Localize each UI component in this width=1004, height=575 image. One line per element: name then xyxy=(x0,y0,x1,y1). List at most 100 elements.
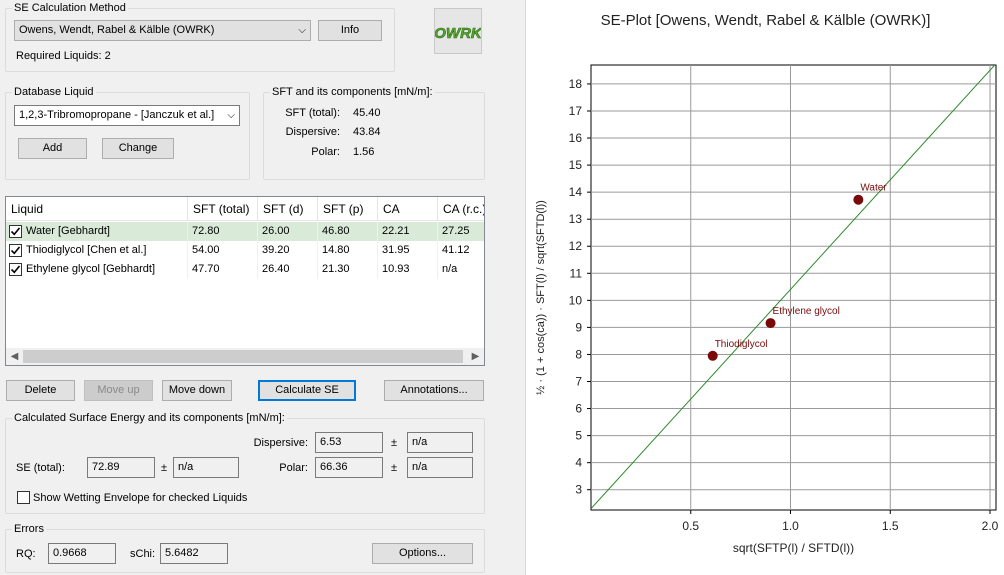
cell-liquid: Water [Gebhardt] xyxy=(22,222,188,241)
plus-minus-label: ± xyxy=(161,462,168,474)
sft-dispersive-label: Dispersive: xyxy=(285,126,340,138)
se-plot-chart: 0.5 1.0 1.5 2.0 3 4 5 6 7 8 9 10 11 12 13 14 15 16 17 18 Wat… xyxy=(535,64,999,555)
sft-total-value: 45.40 xyxy=(353,107,381,119)
x-tick-label: 1.5 xyxy=(882,519,899,533)
rq-label: RQ: xyxy=(16,548,36,560)
table-row[interactable]: Water [Gebhardt] 72.80 26.00 46.80 22.21… xyxy=(6,222,484,241)
x-tick-label: 2.0 xyxy=(982,519,999,533)
dispersive-value-field: 6.53 xyxy=(315,432,383,453)
scroll-right-icon[interactable]: ▶ xyxy=(467,348,484,365)
errors-title: Errors xyxy=(12,523,46,536)
cell-sft-d: 26.40 xyxy=(258,260,318,279)
change-button[interactable]: Change xyxy=(102,138,174,159)
cell-ca-rc: 41.12 xyxy=(438,241,484,260)
add-button[interactable]: Add xyxy=(18,138,87,159)
annotations-button[interactable]: Annotations... xyxy=(384,380,484,401)
liquids-table: Liquid SFT (total) SFT (d) SFT (p) CA CA… xyxy=(5,196,485,366)
se-total-error-field: n/a xyxy=(173,457,239,478)
y-tick-label: 14 xyxy=(569,185,583,199)
database-liquid-value: 1,2,3-Tribromopropane - [Janczuk et al.] xyxy=(19,109,215,121)
se-method-title: SE Calculation Method xyxy=(12,2,128,15)
plus-minus-label: ± xyxy=(391,462,398,474)
y-tick-label: 16 xyxy=(569,131,583,145)
cell-sft-total: 54.00 xyxy=(188,241,258,260)
wetting-envelope-label[interactable]: Show Wetting Envelope for checked Liquid… xyxy=(33,491,247,505)
database-liquid-select[interactable]: 1,2,3-Tribromopropane - [Janczuk et al.]… xyxy=(14,105,240,126)
sft-polar-label: Polar: xyxy=(311,146,340,158)
data-point xyxy=(765,318,776,329)
cell-ca-rc: n/a xyxy=(438,260,484,279)
cell-ca: 22.21 xyxy=(378,222,438,241)
info-button[interactable]: Info xyxy=(318,20,382,41)
y-axis-label: ½ · (1 + cos(ca)) · SFT(l) / sqrt(SFTD(l… xyxy=(535,200,547,395)
move-down-button[interactable]: Move down xyxy=(162,380,232,401)
cell-liquid: Ethylene glycol [Gebhardt] xyxy=(22,260,188,279)
y-tick-label: 7 xyxy=(575,375,582,389)
horizontal-scrollbar[interactable]: ◀ ▶ xyxy=(6,348,484,365)
y-tick-label: 13 xyxy=(569,212,583,226)
cell-sft-p: 46.80 xyxy=(318,222,378,241)
cell-sft-d: 39.20 xyxy=(258,241,318,260)
data-point xyxy=(853,194,864,205)
scrollbar-thumb[interactable] xyxy=(23,350,463,363)
y-tick-label: 9 xyxy=(575,320,582,334)
column-header-ca-rc[interactable]: CA (r.c.) xyxy=(438,197,484,221)
se-method-select[interactable]: Owens, Wendt, Rabel & Kälble (OWRK) ⌵ xyxy=(14,20,311,41)
cell-sft-total: 72.80 xyxy=(188,222,258,241)
owrk-logo: OWRK xyxy=(434,8,483,54)
y-tick-label: 3 xyxy=(575,483,582,497)
y-tick-label: 6 xyxy=(575,402,582,416)
x-axis-label: sqrt(SFTP(l) / SFTD(l)) xyxy=(733,541,854,555)
row-checkbox[interactable] xyxy=(9,225,22,238)
cell-ca: 31.95 xyxy=(378,241,438,260)
cell-sft-d: 26.00 xyxy=(258,222,318,241)
dispersive-error-field: n/a xyxy=(407,432,473,453)
results-title: Calculated Surface Energy and its compon… xyxy=(12,412,287,425)
table-header: Liquid SFT (total) SFT (d) SFT (p) CA CA… xyxy=(6,197,484,221)
column-header-sft-p[interactable]: SFT (p) xyxy=(318,197,378,221)
se-total-value-field: 72.89 xyxy=(87,457,155,478)
chevron-down-icon: ⌵ xyxy=(227,110,235,121)
logo-text: OWRK xyxy=(435,25,481,42)
y-tick-label: 8 xyxy=(575,347,582,361)
se-method-value: Owens, Wendt, Rabel & Kälble (OWRK) xyxy=(19,24,215,36)
column-header-liquid[interactable]: Liquid xyxy=(6,197,188,221)
data-point-label: Ethylene glycol xyxy=(773,306,840,317)
column-header-sft-total[interactable]: SFT (total) xyxy=(188,197,258,221)
database-title: Database Liquid xyxy=(12,86,96,99)
polar-label: Polar: xyxy=(279,462,308,474)
delete-button[interactable]: Delete xyxy=(6,380,75,401)
rq-value-field: 0.9668 xyxy=(48,543,116,564)
cell-sft-p: 14.80 xyxy=(318,241,378,260)
table-row[interactable]: Thiodiglycol [Chen et al.] 54.00 39.20 1… xyxy=(6,241,484,260)
se-plot-panel: SE-Plot [Owens, Wendt, Rabel & Kälble (O… xyxy=(525,0,1004,575)
polar-error-field: n/a xyxy=(407,457,473,478)
scroll-left-icon[interactable]: ◀ xyxy=(6,348,23,365)
schi-label: sChi: xyxy=(130,548,156,560)
table-row[interactable]: Ethylene glycol [Gebhardt] 47.70 26.40 2… xyxy=(6,260,484,279)
polar-value-field: 66.36 xyxy=(315,457,383,478)
y-tick-label: 17 xyxy=(569,104,583,118)
calculate-se-button[interactable]: Calculate SE xyxy=(258,380,356,401)
move-up-button[interactable]: Move up xyxy=(84,380,153,401)
cell-sft-total: 47.70 xyxy=(188,260,258,279)
options-button[interactable]: Options... xyxy=(372,543,473,564)
checkmark-icon xyxy=(10,246,21,255)
column-header-sft-d[interactable]: SFT (d) xyxy=(258,197,318,221)
column-header-ca[interactable]: CA xyxy=(378,197,438,221)
y-tick-label: 10 xyxy=(569,293,583,307)
y-tick-label: 12 xyxy=(569,239,583,253)
cell-ca-rc: 27.25 xyxy=(438,222,484,241)
x-tick-label: 0.5 xyxy=(682,519,699,533)
data-point-label: Water xyxy=(860,183,887,194)
y-tick-label: 15 xyxy=(569,158,583,172)
row-checkbox[interactable] xyxy=(9,244,22,257)
sft-polar-value: 1.56 xyxy=(353,146,375,158)
wetting-envelope-checkbox[interactable] xyxy=(17,491,30,504)
se-total-label: SE (total): xyxy=(16,462,65,474)
checkmark-icon xyxy=(10,227,21,236)
row-checkbox[interactable] xyxy=(9,263,22,276)
x-tick-label: 1.0 xyxy=(782,519,799,533)
cell-liquid: Thiodiglycol [Chen et al.] xyxy=(22,241,188,260)
y-tick-label: 5 xyxy=(575,429,582,443)
